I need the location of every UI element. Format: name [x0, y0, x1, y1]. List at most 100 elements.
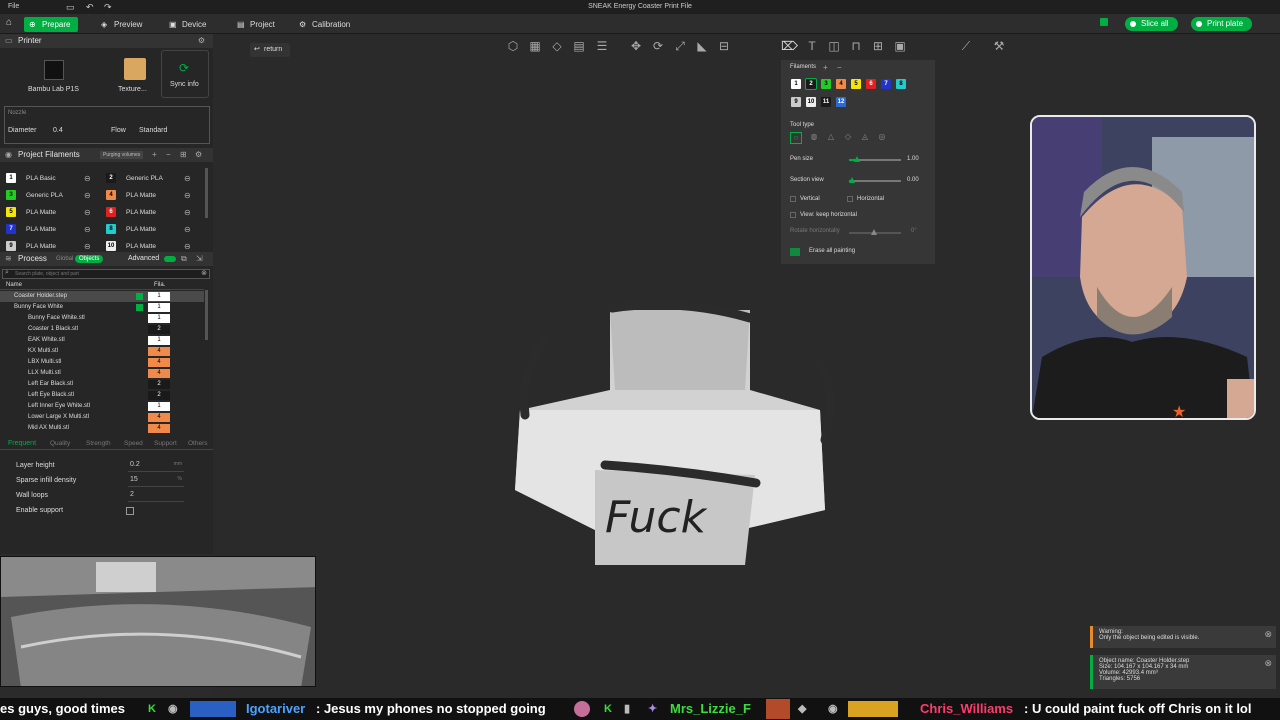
- remove-filament-icon[interactable]: ⊖: [184, 189, 191, 203]
- paint-color-swatch[interactable]: 3: [821, 79, 831, 89]
- ruler-icon[interactable]: ⟋: [958, 38, 974, 54]
- print-plate-button[interactable]: Print plate: [1191, 17, 1253, 31]
- process-tab[interactable]: Others: [188, 440, 208, 447]
- horizontal-checkbox[interactable]: [847, 196, 853, 202]
- purging-volumes-button[interactable]: Purging volumes: [100, 151, 144, 159]
- paint-color-swatch[interactable]: 10: [806, 97, 816, 107]
- assembly-icon[interactable]: ▣: [892, 38, 908, 54]
- section-view-slider[interactable]: [849, 177, 901, 183]
- filament-item[interactable]: 8 PLA Matte ⊖: [106, 223, 202, 237]
- object-filament-select[interactable]: 4: [148, 347, 170, 356]
- object-filament-select[interactable]: 1: [148, 314, 170, 323]
- filament-name[interactable]: PLA Matte: [26, 243, 56, 250]
- sync-filament-icon[interactable]: ⊞: [180, 148, 187, 162]
- lay-on-face-icon[interactable]: ◣: [694, 38, 710, 54]
- filament-scrollbar[interactable]: [205, 168, 208, 218]
- remove-filament-icon[interactable]: ⊖: [84, 189, 91, 203]
- tab-device[interactable]: ▣ Device: [164, 17, 214, 32]
- object-search[interactable]: ⌕ ⊗: [2, 269, 210, 279]
- variable-layer-icon[interactable]: ⚒: [991, 38, 1007, 54]
- filament-item[interactable]: 7 PLA Matte ⊖: [6, 223, 102, 237]
- copy-icon[interactable]: ⧉: [181, 252, 187, 266]
- paint-color-swatch[interactable]: 6: [866, 79, 876, 89]
- filament-name[interactable]: Generic PLA: [126, 175, 163, 182]
- collapse-icon[interactable]: ⇲: [196, 252, 203, 266]
- filament-color-swatch[interactable]: 10: [106, 241, 116, 252]
- object-filament-select[interactable]: 2: [148, 391, 170, 400]
- paint-color-swatch[interactable]: 7: [881, 79, 891, 89]
- object-filament-select[interactable]: 1: [148, 402, 170, 411]
- plates-icon[interactable]: ☰: [594, 38, 610, 54]
- pen-size-value[interactable]: 1.00: [907, 156, 919, 162]
- object-tree-row[interactable]: LLX Multi.stl 4: [0, 368, 204, 379]
- filament-name[interactable]: PLA Matte: [126, 209, 156, 216]
- plate-icon[interactable]: [1100, 18, 1108, 26]
- filaments-section-header[interactable]: ◉ Project Filaments Purging volumes + − …: [0, 148, 213, 162]
- paint-color-swatch[interactable]: 1: [791, 79, 801, 89]
- height-range-tool-icon[interactable]: ◎: [876, 132, 888, 144]
- search-input[interactable]: [15, 270, 195, 278]
- object-filament-select[interactable]: 4: [148, 369, 170, 378]
- clear-search-icon[interactable]: ⊗: [201, 269, 207, 277]
- filament-item[interactable]: 4 PLA Matte ⊖: [106, 189, 202, 203]
- filament-item[interactable]: 5 PLA Matte ⊖: [6, 206, 102, 220]
- object-list-scrollbar[interactable]: [205, 290, 208, 340]
- param-input[interactable]: 15%: [128, 476, 184, 487]
- global-toggle[interactable]: Global: [56, 252, 73, 266]
- paint-icon[interactable]: ⌦: [781, 38, 798, 54]
- filament-settings-icon[interactable]: ⚙: [195, 148, 202, 162]
- filament-name[interactable]: Generic PLA: [26, 192, 63, 199]
- close-icon[interactable]: ⊗: [1264, 658, 1272, 669]
- object-tree-row[interactable]: EAK White.stl 1: [0, 335, 204, 346]
- filament-name[interactable]: PLA Matte: [126, 243, 156, 250]
- erase-all-painting-button[interactable]: Erase all painting: [809, 248, 855, 254]
- coaster-holder-model[interactable]: Fuck: [500, 290, 860, 580]
- close-icon[interactable]: ⊗: [1264, 629, 1272, 640]
- plate-type[interactable]: Texture...: [118, 86, 147, 93]
- filament-name[interactable]: PLA Matte: [26, 226, 56, 233]
- process-tab[interactable]: Speed: [124, 440, 143, 447]
- move-icon[interactable]: ✥: [628, 38, 644, 54]
- paint-color-swatch[interactable]: 9: [791, 97, 801, 107]
- paint-color-swatch[interactable]: 4: [836, 79, 846, 89]
- diameter-select[interactable]: 0.4: [53, 127, 63, 134]
- mesh-boolean-icon[interactable]: ◫: [826, 38, 842, 54]
- vertical-checkbox[interactable]: [790, 196, 796, 202]
- support-paint-icon[interactable]: ⊓: [848, 38, 864, 54]
- process-tab[interactable]: Strength: [86, 440, 111, 447]
- paint-color-swatch[interactable]: 2: [805, 78, 817, 90]
- tab-prepare[interactable]: ⊕ Prepare: [24, 17, 79, 32]
- filament-item[interactable]: 3 Generic PLA ⊖: [6, 189, 102, 203]
- remove-filament-icon[interactable]: ⊖: [184, 206, 191, 220]
- visible-checkbox[interactable]: [136, 293, 143, 300]
- object-tree-row[interactable]: Left Eye Black.stl 2: [0, 390, 204, 401]
- auto-orient-icon[interactable]: ◇: [549, 38, 565, 54]
- add-object-icon[interactable]: ⬡: [505, 38, 521, 54]
- add-icon[interactable]: +: [823, 63, 828, 72]
- filament-item[interactable]: 6 PLA Matte ⊖: [106, 206, 202, 220]
- object-tree-row[interactable]: Coaster Holder.step 1: [0, 291, 204, 302]
- object-tree-row[interactable]: Mid AX Multi.stl 4: [0, 423, 204, 434]
- sphere-tool-icon[interactable]: ◍: [808, 132, 820, 144]
- section-view-value[interactable]: 0.00: [907, 177, 919, 183]
- process-section-header[interactable]: ≋ Process Global Objects Advanced ⧉ ⇲: [0, 252, 213, 266]
- object-tree-row[interactable]: Bunny Face White.stl 1: [0, 313, 204, 324]
- filament-name[interactable]: PLA Matte: [126, 226, 156, 233]
- slider-knob[interactable]: [854, 156, 860, 162]
- paint-color-swatch[interactable]: 8: [896, 79, 906, 89]
- object-tree-row[interactable]: Lower Large X Multi.stl 4: [0, 412, 204, 423]
- filament-name[interactable]: PLA Matte: [126, 192, 156, 199]
- filament-name[interactable]: PLA Basic: [26, 175, 56, 182]
- object-tree-row[interactable]: Coaster 1 Black.stl 2: [0, 324, 204, 335]
- measure-icon[interactable]: ⊞: [870, 38, 886, 54]
- object-filament-select[interactable]: 4: [148, 413, 170, 422]
- keep-horizontal-checkbox[interactable]: [790, 212, 796, 218]
- remove-filament-icon[interactable]: ⊖: [84, 172, 91, 186]
- object-filament-select[interactable]: 1: [148, 336, 170, 345]
- tab-calibration[interactable]: ⚙ Calibration: [294, 17, 358, 32]
- scale-icon[interactable]: ⤢: [672, 38, 688, 54]
- grid-icon[interactable]: ▦: [527, 38, 543, 54]
- tab-project[interactable]: ▤ Project: [232, 17, 283, 32]
- object-tree-row[interactable]: Left Ear Black.stl 2: [0, 379, 204, 390]
- object-tree-row[interactable]: Left Inner Eye White.stl 1: [0, 401, 204, 412]
